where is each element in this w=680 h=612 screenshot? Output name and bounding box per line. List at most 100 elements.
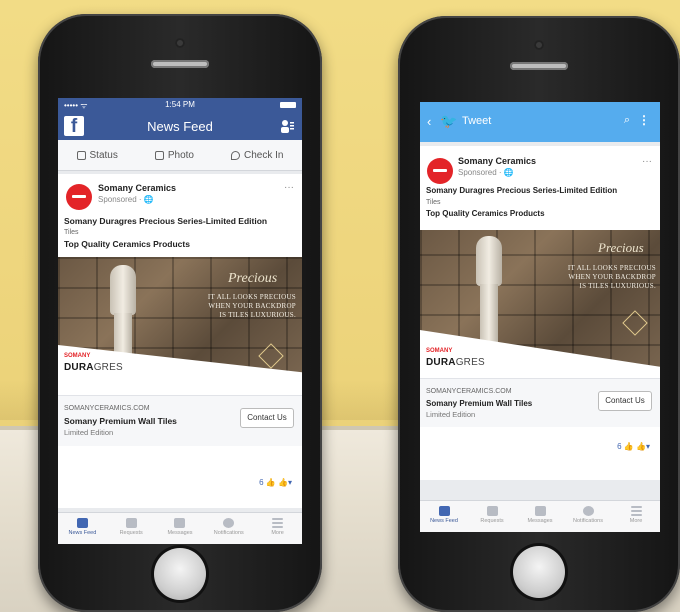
front-camera: [175, 38, 185, 48]
messages-icon: [174, 518, 186, 528]
requests-icon: [125, 518, 137, 528]
ad-image[interactable]: Precious IT ALL LOOKS PRECIOUS WHEN YOUR…: [58, 257, 302, 379]
sponsored-post: Somany Ceramics Sponsored · 🌐 ··· Somany…: [58, 174, 302, 508]
tab-news-feed[interactable]: News Feed: [426, 501, 462, 532]
brand-duragres-suffix: GRES: [455, 357, 485, 368]
brand-somany: SOMANY: [64, 353, 91, 359]
tab-more[interactable]: More: [618, 501, 654, 532]
brand-somany: SOMANY: [426, 348, 453, 354]
brand-duragres: DURAGRES: [426, 357, 485, 368]
post-text-line3: Top Quality Ceramics Products: [426, 209, 545, 218]
tab-label: Requests: [119, 530, 143, 536]
composer-actions: Status Photo Check In: [58, 140, 302, 171]
camera-icon: [154, 150, 164, 160]
tab-label: Notifications: [213, 530, 244, 536]
location-pin-icon: [231, 150, 240, 160]
cta-url: SOMANYCERAMICS.COM: [64, 405, 150, 412]
ad-script-title: Precious: [598, 240, 644, 255]
tab-label: Notifications: [573, 518, 603, 524]
tab-messages[interactable]: Messages: [522, 501, 558, 532]
post-text-line1: Somany Duragres Precious Series-Limited …: [426, 186, 618, 195]
check-in-action[interactable]: Check In: [231, 150, 283, 161]
status-action[interactable]: Status: [76, 149, 118, 161]
page-title: News Feed: [147, 119, 213, 134]
fb-navbar: f News Feed: [58, 112, 302, 140]
precious-badge-icon: [258, 343, 284, 369]
post-sponsored-label: Sponsored · 🌐: [458, 168, 514, 177]
news-feed-icon: [76, 518, 88, 528]
requests-icon: [486, 506, 498, 516]
overflow-menu-icon[interactable]: ⋮: [638, 113, 650, 127]
brand-duragres-main: DURA: [426, 357, 456, 368]
phone-facebook: ••••• ᯤ 1:54 PM f News Feed Status Photo…: [38, 14, 322, 612]
ad-overlay-text: IT ALL LOOKS PRECIOUS WHEN YOUR BACKDROP…: [567, 264, 656, 290]
menu-icon: [272, 518, 284, 520]
cta-title: Somany Premium Wall Tiles: [426, 399, 533, 408]
cta-url: SOMANYCERAMICS.COM: [426, 388, 512, 395]
ad-script-title: Precious: [228, 271, 278, 286]
post-page-name[interactable]: Somany Ceramics: [458, 156, 536, 166]
pencil-icon: [76, 150, 86, 160]
tab-messages[interactable]: Messages: [162, 513, 198, 544]
reaction-count: 6 👍 👍▾: [259, 478, 292, 487]
facebook-screen: ••••• ᯤ 1:54 PM f News Feed Status Photo…: [58, 98, 302, 544]
post-more-button[interactable]: ···: [642, 156, 652, 167]
contact-us-button[interactable]: Contact Us: [598, 391, 652, 411]
bottom-tab-bar: News Feed Requests Messages Notification…: [58, 512, 302, 544]
tab-label: More: [629, 518, 643, 524]
twitter-screen: ‹ 🐦 Tweet ⌕ ⋮ Somany Ceramics Sponsored …: [420, 102, 660, 532]
battery-icon: [280, 102, 296, 108]
tw-navbar: ‹ 🐦 Tweet ⌕ ⋮: [420, 102, 660, 142]
menu-icon: [630, 506, 642, 508]
globe-icon: [223, 518, 235, 528]
earpiece-speaker: [151, 60, 209, 68]
post-text-line2: Tiles: [426, 199, 441, 206]
friends-icon[interactable]: [280, 119, 294, 133]
ad-image[interactable]: Precious IT ALL LOOKS PRECIOUS WHEN YOUR…: [420, 230, 660, 376]
brand-duragres-suffix: GRES: [93, 362, 123, 373]
statue-bust: [110, 265, 136, 315]
ad-cta-box[interactable]: SOMANYCERAMICS.COM Somany Premium Wall T…: [58, 395, 302, 446]
messages-icon: [534, 506, 546, 516]
page-title: Tweet: [462, 115, 492, 127]
post-sponsored-label: Sponsored · 🌐: [98, 195, 154, 204]
tab-notifications[interactable]: Notifications: [211, 513, 247, 544]
contact-us-button[interactable]: Contact Us: [240, 408, 294, 428]
sponsored-post: Somany Ceramics Sponsored · 🌐 ··· Somany…: [420, 146, 660, 480]
brand-duragres-main: DURA: [64, 362, 94, 373]
tab-label: Messages: [527, 518, 553, 524]
tab-news-feed[interactable]: News Feed: [64, 513, 100, 544]
post-text-line2: Tiles: [64, 229, 79, 236]
earpiece-speaker: [510, 62, 568, 70]
home-button[interactable]: [513, 546, 565, 598]
home-button[interactable]: [154, 548, 206, 600]
photo-action[interactable]: Photo: [154, 150, 194, 161]
cta-subtitle: Limited Edition: [426, 410, 476, 419]
news-feed-icon: [438, 506, 450, 516]
page-avatar[interactable]: [66, 184, 92, 210]
reaction-number: 6: [259, 478, 264, 487]
status-label: Status: [89, 149, 118, 161]
check-in-label: Check In: [244, 149, 284, 161]
search-icon[interactable]: ⌕: [624, 114, 630, 127]
tab-requests[interactable]: Requests: [113, 513, 149, 544]
tab-label: News Feed: [68, 530, 97, 536]
status-time: 1:54 PM: [165, 100, 195, 109]
globe-icon: [582, 506, 594, 516]
post-more-button[interactable]: ···: [284, 182, 294, 193]
tab-label: Requests: [480, 518, 504, 524]
tab-notifications[interactable]: Notifications: [570, 501, 606, 532]
tab-label: Messages: [167, 530, 193, 536]
post-page-name[interactable]: Somany Ceramics: [98, 183, 176, 193]
post-text-line1: Somany Duragres Precious Series-Limited …: [64, 216, 268, 226]
front-camera: [534, 40, 544, 50]
tab-requests[interactable]: Requests: [474, 501, 510, 532]
back-arrow-icon[interactable]: ‹: [427, 114, 431, 129]
status-bar: ••••• ᯤ 1:54 PM: [58, 98, 302, 112]
tab-label: More: [271, 530, 284, 536]
reaction-count: 6 👍 👍▾: [617, 442, 650, 451]
ad-overlay-text: IT ALL LOOKS PRECIOUS WHEN YOUR BACKDROP…: [207, 293, 296, 319]
tab-more[interactable]: More: [260, 513, 296, 544]
ad-cta-box[interactable]: SOMANYCERAMICS.COM Somany Premium Wall T…: [420, 378, 660, 427]
page-avatar[interactable]: [427, 158, 453, 184]
